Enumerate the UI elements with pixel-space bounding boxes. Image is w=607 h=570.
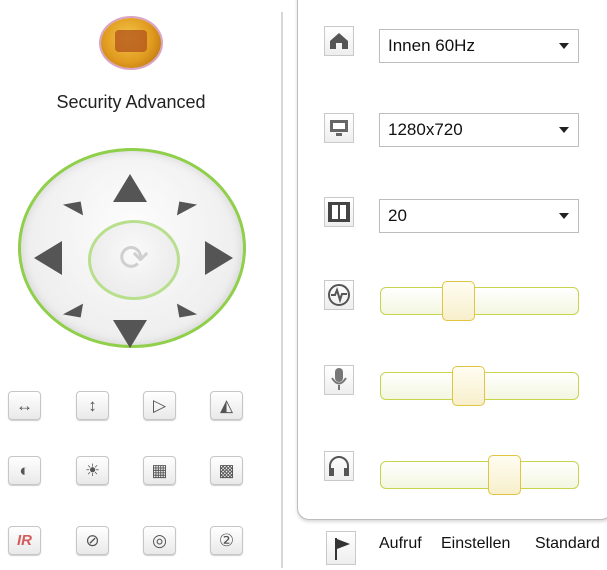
- slider-thumb[interactable]: [488, 455, 521, 495]
- flip-vertical-icon: ↕: [88, 395, 97, 415]
- panel-divider: [281, 12, 283, 568]
- bitrate-slider[interactable]: [380, 281, 579, 321]
- flip-horizontal-button[interactable]: ↔: [8, 391, 41, 420]
- ir-icon: IR: [17, 532, 32, 549]
- default-link[interactable]: Standard: [535, 535, 600, 553]
- mirror-button[interactable]: ▷: [143, 391, 176, 420]
- signal-icon: [324, 280, 354, 310]
- settings-panel: [297, 0, 607, 520]
- frequency-select[interactable]: Innen 60Hz: [379, 29, 579, 63]
- headphones-icon: [324, 451, 354, 481]
- call-preset-link[interactable]: Aufruf: [379, 535, 422, 553]
- flip-horizontal-icon: ↔: [16, 395, 33, 415]
- aperture-button[interactable]: ◎: [143, 526, 176, 555]
- mirror-split-button[interactable]: ◭: [210, 391, 243, 420]
- chevron-down-icon: [559, 127, 569, 133]
- pan-down-left-arrow-icon[interactable]: [62, 300, 84, 318]
- no-flip-button[interactable]: ⊘: [76, 526, 109, 555]
- brightness-button[interactable]: ☀: [76, 456, 109, 485]
- slider-thumb[interactable]: [452, 366, 485, 406]
- camera-control-panel: Security Advanced ⟳ Innen 60Hz 1280x720 …: [0, 0, 607, 570]
- resolution-select[interactable]: 1280x720: [379, 113, 579, 147]
- pan-right-arrow-icon[interactable]: [205, 241, 233, 275]
- contrast-button[interactable]: ◐: [8, 456, 41, 485]
- ir-button[interactable]: IR: [8, 526, 41, 555]
- brightness-icon: ☀: [84, 460, 101, 480]
- framerate-value: 20: [388, 206, 407, 225]
- saturation-icon: ▩: [218, 460, 235, 480]
- home-icon: [324, 26, 354, 56]
- pan-down-arrow-icon[interactable]: [113, 320, 147, 348]
- no-flip-icon: ⊘: [85, 530, 100, 550]
- framerate-select[interactable]: 20: [379, 199, 579, 233]
- image-button[interactable]: ▦: [143, 456, 176, 485]
- speaker-slider[interactable]: [380, 455, 579, 495]
- resolution-value: 1280x720: [388, 120, 463, 139]
- chevron-down-icon: [559, 43, 569, 49]
- microphone-slider[interactable]: [380, 366, 579, 406]
- speed-button[interactable]: ②: [210, 526, 243, 555]
- brand-title: Security Advanced: [56, 92, 206, 112]
- contrast-icon: ◐: [19, 460, 30, 480]
- set-preset-link[interactable]: Einstellen: [441, 535, 510, 553]
- frequency-value: Innen 60Hz: [388, 36, 475, 55]
- speed-icon: ②: [218, 530, 235, 550]
- rotate-home-icon[interactable]: ⟳: [113, 237, 155, 279]
- slider-thumb[interactable]: [442, 281, 475, 321]
- monitor-icon: [324, 113, 354, 143]
- aperture-icon: ◎: [152, 530, 167, 550]
- flip-vertical-button[interactable]: ↕: [76, 391, 109, 420]
- pan-left-arrow-icon[interactable]: [34, 241, 62, 275]
- logo: [101, 18, 161, 68]
- saturation-button[interactable]: ▩: [210, 456, 243, 485]
- film-icon: [324, 197, 354, 227]
- mirror-icon: ▷: [152, 395, 167, 415]
- flag-icon[interactable]: [326, 531, 356, 565]
- microphone-icon: [324, 365, 354, 395]
- pan-up-right-arrow-icon[interactable]: [176, 201, 198, 219]
- image-icon: ▦: [151, 460, 168, 480]
- pan-up-arrow-icon[interactable]: [113, 174, 147, 202]
- mirror-split-icon: ◭: [219, 395, 234, 415]
- chevron-down-icon: [559, 213, 569, 219]
